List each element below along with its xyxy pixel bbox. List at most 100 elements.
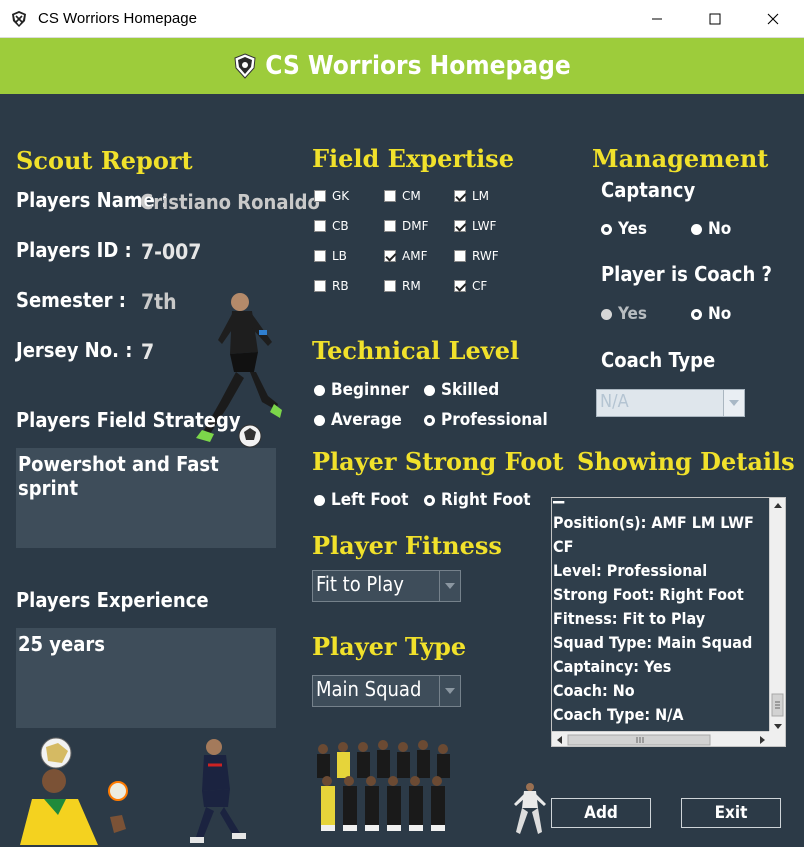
- maximize-button[interactable]: [686, 0, 744, 38]
- header-banner: CS Worriors Homepage: [0, 38, 804, 94]
- player-type-heading: Player Type: [312, 632, 467, 661]
- radio-label: Beginner: [331, 380, 409, 400]
- checkbox-label: LM: [472, 189, 490, 203]
- radio-right-foot[interactable]: Right Foot: [424, 490, 531, 510]
- checkbox-lwf[interactable]: LWF: [454, 219, 496, 233]
- kaka-player-image: [20, 737, 128, 845]
- semester-label: Semester :: [16, 288, 126, 312]
- coach-type-select-value: N/A: [597, 390, 724, 416]
- radio-professional[interactable]: Professional: [424, 410, 548, 430]
- add-button[interactable]: Add: [551, 798, 651, 828]
- checkbox-label: LWF: [472, 219, 497, 233]
- fitness-heading: Player Fitness: [312, 531, 502, 560]
- radio-coach-no[interactable]: No: [691, 304, 731, 324]
- radio-dot: [314, 494, 325, 506]
- radio-label: Skilled: [441, 380, 500, 400]
- details-line: Strong Foot: Right Foot: [553, 585, 744, 604]
- radio-captaincy-no[interactable]: No: [691, 219, 731, 239]
- minimize-icon: [652, 18, 662, 20]
- checkbox-label: RWF: [472, 249, 499, 263]
- team-photo-image: [317, 740, 450, 831]
- minimize-button[interactable]: [628, 0, 686, 38]
- checkbox-label: DMF: [402, 219, 429, 233]
- details-textarea[interactable]: ▔▔▔▔▔▔▔▔ ▔▔▔▔▔▔▔▔▔ ▔ Position(s): AMF LM…: [551, 497, 786, 747]
- shield-logo-icon: [234, 53, 256, 79]
- radio-dot: [601, 308, 612, 320]
- close-icon: [767, 13, 779, 25]
- radio-dot: [691, 223, 702, 235]
- ronaldo-player-image: [514, 783, 546, 834]
- maximize-icon: [709, 13, 721, 25]
- jersey-value[interactable]: 7: [141, 340, 154, 364]
- checkbox-label: CM: [402, 189, 421, 203]
- radio-skilled[interactable]: Skilled: [424, 380, 499, 400]
- checkbox-box: [454, 190, 466, 202]
- scroll-up-icon: [774, 503, 782, 508]
- checkbox-label: AMF: [402, 249, 428, 263]
- details-line: Coach: No: [553, 681, 635, 700]
- fitness-select-value: Fit to Play: [313, 571, 440, 601]
- close-button[interactable]: [744, 0, 802, 38]
- player-type-select[interactable]: Main Squad: [312, 675, 461, 707]
- showing-details-heading: Showing Details: [577, 447, 795, 476]
- checkbox-box: [454, 220, 466, 232]
- checkbox-dmf[interactable]: DMF: [384, 219, 429, 233]
- experience-textarea[interactable]: 25 years: [16, 628, 276, 728]
- radio-label: Left Foot: [331, 490, 409, 510]
- checkbox-cm[interactable]: CM: [384, 189, 421, 203]
- players-name-value[interactable]: Cristiano Ronaldo: [140, 190, 320, 214]
- captaincy-label: Captancy: [601, 178, 696, 202]
- details-line: Squad Type: Main Squad: [553, 633, 753, 652]
- checkbox-label: RB: [332, 279, 349, 293]
- radio-dot: [601, 223, 612, 235]
- radio-beginner[interactable]: Beginner: [314, 380, 409, 400]
- checkbox-box: [384, 190, 396, 202]
- horizontal-scrollbar[interactable]: [552, 731, 770, 746]
- radio-left-foot[interactable]: Left Foot: [314, 490, 409, 510]
- scrollbar-corner: [769, 731, 785, 746]
- checkbox-lm[interactable]: LM: [454, 189, 489, 203]
- checkbox-rb[interactable]: RB: [314, 279, 349, 293]
- chevron-down-icon[interactable]: [440, 676, 460, 706]
- checkbox-box: [454, 280, 466, 292]
- radio-label: Right Foot: [441, 490, 531, 510]
- checkbox-rwf[interactable]: RWF: [454, 249, 499, 263]
- checkbox-box: [314, 190, 326, 202]
- checkbox-label: LB: [332, 249, 347, 263]
- details-line: Coach Type: N/A: [553, 705, 684, 724]
- players-id-value[interactable]: 7-007: [141, 240, 201, 264]
- coach-type-select[interactable]: N/A: [596, 389, 745, 417]
- radio-label: No: [708, 304, 732, 324]
- radio-coach-yes[interactable]: Yes: [601, 304, 647, 324]
- checkbox-gk[interactable]: GK: [314, 189, 349, 203]
- checkbox-box: [384, 220, 396, 232]
- management-heading: Management: [592, 144, 769, 173]
- field-strategy-textarea[interactable]: Powershot and Fast sprint: [16, 448, 276, 548]
- details-line: Captaincy: Yes: [553, 657, 672, 676]
- vertical-scrollbar[interactable]: [769, 498, 785, 732]
- banner-title: CS Worriors Homepage: [265, 51, 571, 81]
- radio-dot: [691, 308, 702, 320]
- chevron-down-icon[interactable]: [724, 390, 744, 416]
- field-strategy-label: Players Field Strategy: [16, 408, 241, 432]
- experience-label: Players Experience: [16, 588, 209, 612]
- checkbox-box: [314, 280, 326, 292]
- radio-label: Professional: [441, 410, 548, 430]
- checkbox-box: [384, 250, 396, 262]
- checkbox-rm[interactable]: RM: [384, 279, 421, 293]
- checkbox-amf[interactable]: AMF: [384, 249, 427, 263]
- radio-dot: [314, 414, 325, 426]
- app-shield-icon: [12, 11, 26, 27]
- exit-button[interactable]: Exit: [681, 798, 781, 828]
- checkbox-lb[interactable]: LB: [314, 249, 347, 263]
- radio-captaincy-yes[interactable]: Yes: [601, 219, 647, 239]
- radio-average[interactable]: Average: [314, 410, 402, 430]
- checkbox-cb[interactable]: CB: [314, 219, 349, 233]
- chevron-down-icon[interactable]: [440, 571, 460, 601]
- fitness-select[interactable]: Fit to Play: [312, 570, 461, 602]
- checkbox-cf[interactable]: CF: [454, 279, 487, 293]
- checkbox-box: [314, 220, 326, 232]
- semester-value[interactable]: 7th: [141, 290, 177, 314]
- details-line: Position(s): AMF LM LWF CF: [553, 513, 754, 556]
- checkbox-label: CB: [332, 219, 349, 233]
